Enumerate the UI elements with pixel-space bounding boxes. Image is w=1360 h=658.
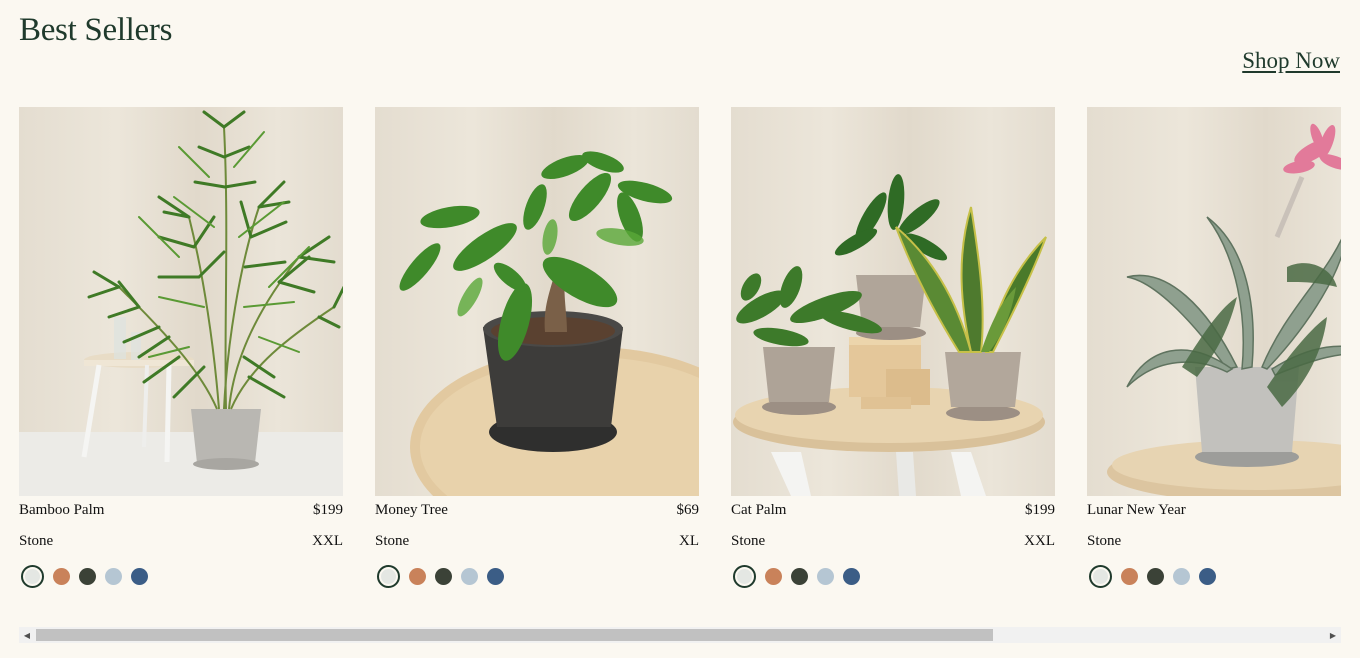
color-swatch[interactable] [79, 568, 96, 585]
color-swatches [375, 565, 699, 588]
product-price: $199 [313, 502, 343, 518]
color-swatches [19, 565, 343, 588]
product-price: $199 [1025, 502, 1055, 518]
color-swatch[interactable] [377, 565, 400, 588]
color-swatch[interactable] [105, 568, 122, 585]
color-swatch[interactable] [1147, 568, 1164, 585]
product-card[interactable]: Lunar New Year Stone [1087, 107, 1341, 588]
shop-now-link[interactable]: Shop Now [1242, 48, 1340, 74]
color-swatch[interactable] [1121, 568, 1138, 585]
color-swatch[interactable] [1089, 565, 1112, 588]
product-name[interactable]: Money Tree [375, 502, 448, 519]
color-swatch[interactable] [435, 568, 452, 585]
color-swatch[interactable] [1199, 568, 1216, 585]
color-swatch[interactable] [487, 568, 504, 585]
color-swatch[interactable] [53, 568, 70, 585]
product-carousel[interactable]: Bamboo Palm $199 Stone XXL Money Tree $6… [19, 107, 1341, 617]
product-card[interactable]: Cat Palm $199 Stone XXL [731, 107, 1055, 588]
scroll-left-arrow-icon[interactable]: ◀ [19, 627, 35, 643]
product-color: Stone [19, 533, 54, 549]
color-swatch[interactable] [733, 565, 756, 588]
page-title: Best Sellers [19, 12, 173, 48]
product-name[interactable]: Cat Palm [731, 502, 786, 519]
color-swatch[interactable] [791, 568, 808, 585]
product-size: XXL [312, 533, 343, 549]
bamboo-palm-photo[interactable] [19, 107, 343, 496]
color-swatch[interactable] [843, 568, 860, 585]
product-color: Stone [375, 533, 410, 549]
scrollbar-thumb[interactable] [36, 629, 993, 641]
horizontal-scrollbar[interactable]: ◀ ▶ [19, 627, 1341, 643]
color-swatch[interactable] [765, 568, 782, 585]
color-swatch[interactable] [1173, 568, 1190, 585]
lunar-new-year-photo[interactable] [1087, 107, 1341, 496]
product-size: XL [679, 533, 699, 549]
product-name[interactable]: Bamboo Palm [19, 502, 104, 519]
color-swatches [731, 565, 1055, 588]
product-size: XXL [1024, 533, 1055, 549]
color-swatch[interactable] [131, 568, 148, 585]
color-swatch[interactable] [21, 565, 44, 588]
product-name[interactable]: Lunar New Year [1087, 502, 1186, 519]
product-color: Stone [1087, 533, 1122, 549]
cat-palm-photo[interactable] [731, 107, 1055, 496]
money-tree-photo[interactable] [375, 107, 699, 496]
color-swatch[interactable] [461, 568, 478, 585]
product-color: Stone [731, 533, 766, 549]
color-swatch[interactable] [409, 568, 426, 585]
product-card[interactable]: Bamboo Palm $199 Stone XXL [19, 107, 343, 588]
product-card[interactable]: Money Tree $69 Stone XL [375, 107, 699, 588]
product-price: $69 [676, 502, 700, 518]
color-swatches [1087, 565, 1341, 588]
color-swatch[interactable] [817, 568, 834, 585]
scroll-right-arrow-icon[interactable]: ▶ [1325, 627, 1341, 643]
